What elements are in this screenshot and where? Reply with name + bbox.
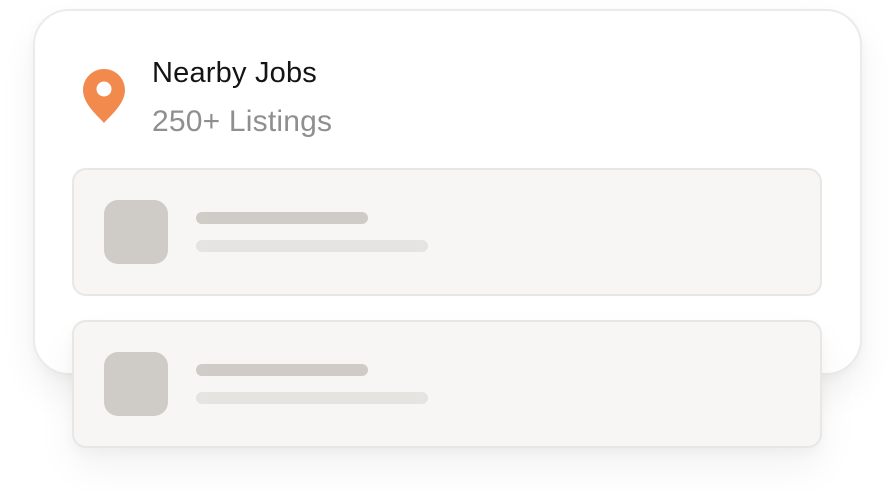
- title-line-placeholder: [196, 212, 368, 224]
- listings-count: 250+ Listings: [152, 105, 333, 138]
- job-listing-placeholder[interactable]: [72, 168, 822, 296]
- card-title: Nearby Jobs: [152, 57, 317, 89]
- thumbnail-placeholder: [104, 352, 168, 416]
- detail-line-placeholder: [196, 240, 428, 252]
- job-listing-placeholder[interactable]: [72, 320, 822, 448]
- detail-line-placeholder: [196, 392, 428, 404]
- stage: Nearby Jobs 250+ Listings: [0, 0, 894, 492]
- thumbnail-placeholder: [104, 200, 168, 264]
- title-line-placeholder: [196, 364, 368, 376]
- map-pin-icon: [83, 69, 125, 123]
